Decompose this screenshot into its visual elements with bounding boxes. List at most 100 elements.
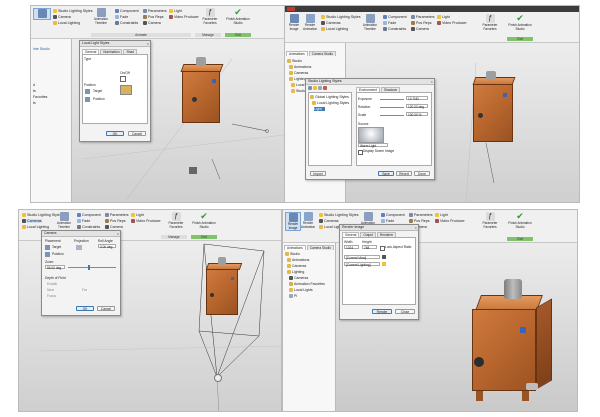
- tree-item[interactable]: Lighting: [289, 77, 306, 81]
- lighting-select[interactable]: [Current Lighting]: [344, 262, 380, 267]
- finish-animation-studio-button[interactable]: ✔ Finish Animation Studio: [507, 14, 533, 31]
- revert-button[interactable]: Revert: [396, 171, 412, 176]
- camera-anim-button[interactable]: Camera: [143, 21, 161, 25]
- video-producer-button[interactable]: Video Producer: [131, 219, 161, 223]
- exposure-field[interactable]: 13.7ND: [406, 96, 428, 101]
- tree-item[interactable]: Animation Favorites: [289, 282, 325, 286]
- rotation-slider[interactable]: [380, 107, 404, 108]
- pos-reps-button[interactable]: Pos Reps: [143, 15, 164, 19]
- cameras-button[interactable]: Cameras: [319, 219, 339, 223]
- pos-reps-button[interactable]: Pos Reps: [409, 219, 430, 223]
- animation-timeline-button[interactable]: Animation Timeline: [361, 14, 379, 31]
- local-lighting-button[interactable]: Local Lighting: [22, 225, 49, 229]
- new-style-icon[interactable]: [308, 86, 312, 90]
- camera-select[interactable]: [Current View]: [344, 255, 380, 260]
- constraints-button[interactable]: Constraints: [77, 225, 100, 229]
- close-icon[interactable]: ×: [117, 231, 119, 236]
- copy-icon[interactable]: [318, 86, 322, 90]
- light-button[interactable]: Light: [435, 213, 448, 217]
- close-button[interactable]: Close: [395, 309, 415, 314]
- import-button[interactable]: Import: [310, 171, 326, 176]
- parameter-favorites-button[interactable]: ƒ Parameter Favorites: [479, 212, 501, 229]
- zoom-slider-thumb[interactable]: [88, 265, 90, 270]
- light-button[interactable]: Light: [131, 213, 144, 217]
- tree-item[interactable]: Cameras: [289, 71, 308, 75]
- animation-timeline-button[interactable]: Animation Timeline: [91, 8, 111, 25]
- component-button[interactable]: Component: [383, 15, 407, 19]
- ok-button[interactable]: OK: [76, 306, 94, 311]
- on-off-checkbox[interactable]: [120, 76, 126, 82]
- parameter-favorites-button[interactable]: ƒ Parameter Favorites: [199, 8, 221, 25]
- parameters-button[interactable]: Parameters: [409, 213, 433, 217]
- cancel-button[interactable]: Cancel: [97, 306, 115, 311]
- animation-timeline-button[interactable]: Animation Timeline: [55, 212, 73, 229]
- fade-button[interactable]: Fade: [381, 219, 394, 223]
- tab-animations[interactable]: Animations: [286, 51, 308, 56]
- component-button[interactable]: Component: [381, 213, 405, 217]
- render-image-button[interactable]: Render Image: [287, 14, 301, 31]
- fade-button[interactable]: Fade: [77, 219, 90, 223]
- camera-button[interactable]: Camera: [53, 15, 71, 19]
- studio-lighting-styles-button[interactable]: Studio Lighting Styles: [319, 213, 359, 217]
- fade-button[interactable]: Fade: [383, 21, 396, 25]
- target-icon[interactable]: [45, 245, 50, 250]
- height-field[interactable]: 768: [362, 245, 377, 250]
- zoom-field[interactable]: 56.00 deg: [45, 265, 65, 270]
- done-button[interactable]: Done: [414, 171, 430, 176]
- tree-item[interactable]: Animations: [289, 65, 311, 69]
- tree-item[interactable]: Cameras: [289, 276, 308, 280]
- tree-item[interactable]: Pl: [289, 294, 297, 298]
- tree-item[interactable]: Local Lighting Styles: [312, 101, 349, 105]
- tree-item-selected[interactable]: Light: [314, 107, 325, 111]
- cancel-button[interactable]: Cancel: [128, 131, 146, 136]
- exposure-slider[interactable]: [380, 99, 404, 100]
- animation-tool-button[interactable]: [33, 8, 51, 20]
- parameters-button[interactable]: Parameters: [143, 9, 167, 13]
- tree-item[interactable]: Local Lights: [289, 288, 313, 292]
- source-select[interactable]: Warm Light: [358, 143, 388, 148]
- close-icon[interactable]: ×: [147, 41, 149, 46]
- light-button[interactable]: Light: [169, 9, 182, 13]
- finish-animation-studio-button[interactable]: ✔ Finish Animation Studio: [225, 8, 251, 25]
- tree-item[interactable]: Studio: [285, 252, 300, 256]
- tree-item[interactable]: Animations: [287, 258, 309, 262]
- camera-select-icon[interactable]: [382, 255, 386, 259]
- position-icon[interactable]: [45, 252, 50, 257]
- roll-angle-field[interactable]: 0.00 deg: [98, 244, 116, 249]
- finish-animation-studio-button[interactable]: ✔ Finish Animation Studio: [507, 212, 533, 229]
- position-icon[interactable]: [85, 97, 90, 102]
- ok-button[interactable]: OK: [106, 131, 124, 136]
- constraints-button[interactable]: Constraints: [383, 27, 406, 31]
- width-field[interactable]: 1024: [344, 245, 359, 250]
- studio-lighting-styles-button[interactable]: Studio Lighting Styles: [321, 15, 361, 19]
- lighting-select-icon[interactable]: [382, 262, 386, 266]
- tab-camera-studio[interactable]: Camera Studio: [308, 51, 337, 56]
- camera-button[interactable]: Camera: [411, 27, 429, 31]
- scale-slider[interactable]: [380, 115, 404, 116]
- browser-item[interactable]: Inte Studio: [33, 47, 50, 51]
- local-lighting-button[interactable]: Local Lighting: [321, 27, 348, 31]
- browser-item[interactable]: Favorites: [33, 95, 47, 99]
- save-button[interactable]: Save: [378, 171, 394, 176]
- video-producer-button[interactable]: Video Producer: [435, 219, 465, 223]
- light-button[interactable]: Light: [437, 15, 450, 19]
- render-animation-button[interactable]: Render Animation: [303, 14, 317, 31]
- video-producer-button[interactable]: Video Producer: [437, 21, 467, 25]
- tree-item[interactable]: Studio: [287, 59, 302, 63]
- constraints-button[interactable]: Constraints: [115, 21, 138, 25]
- target-icon[interactable]: [85, 89, 90, 94]
- pos-reps-button[interactable]: Pos Reps: [411, 21, 432, 25]
- render-image-button[interactable]: Render Image: [285, 212, 301, 232]
- parameters-button[interactable]: Parameters: [105, 213, 129, 217]
- parameter-favorites-button[interactable]: ƒ Parameter Favorites: [165, 212, 187, 229]
- zoom-slider[interactable]: [68, 267, 116, 268]
- video-producer-button[interactable]: Video Producer: [169, 15, 199, 19]
- cameras-button[interactable]: Cameras: [22, 219, 42, 223]
- tab-animations[interactable]: Animations: [284, 245, 306, 250]
- tab-camera-studio[interactable]: Camera Studio: [306, 245, 335, 250]
- tree-item[interactable]: Cameras: [287, 264, 306, 268]
- local-lighting-button[interactable]: Local Lighting: [53, 21, 80, 25]
- scale-field[interactable]: 100.00 %: [406, 112, 428, 117]
- finish-animation-studio-button[interactable]: ✔ Finish Animation Studio: [191, 212, 217, 229]
- browser-item[interactable]: ts: [33, 101, 36, 105]
